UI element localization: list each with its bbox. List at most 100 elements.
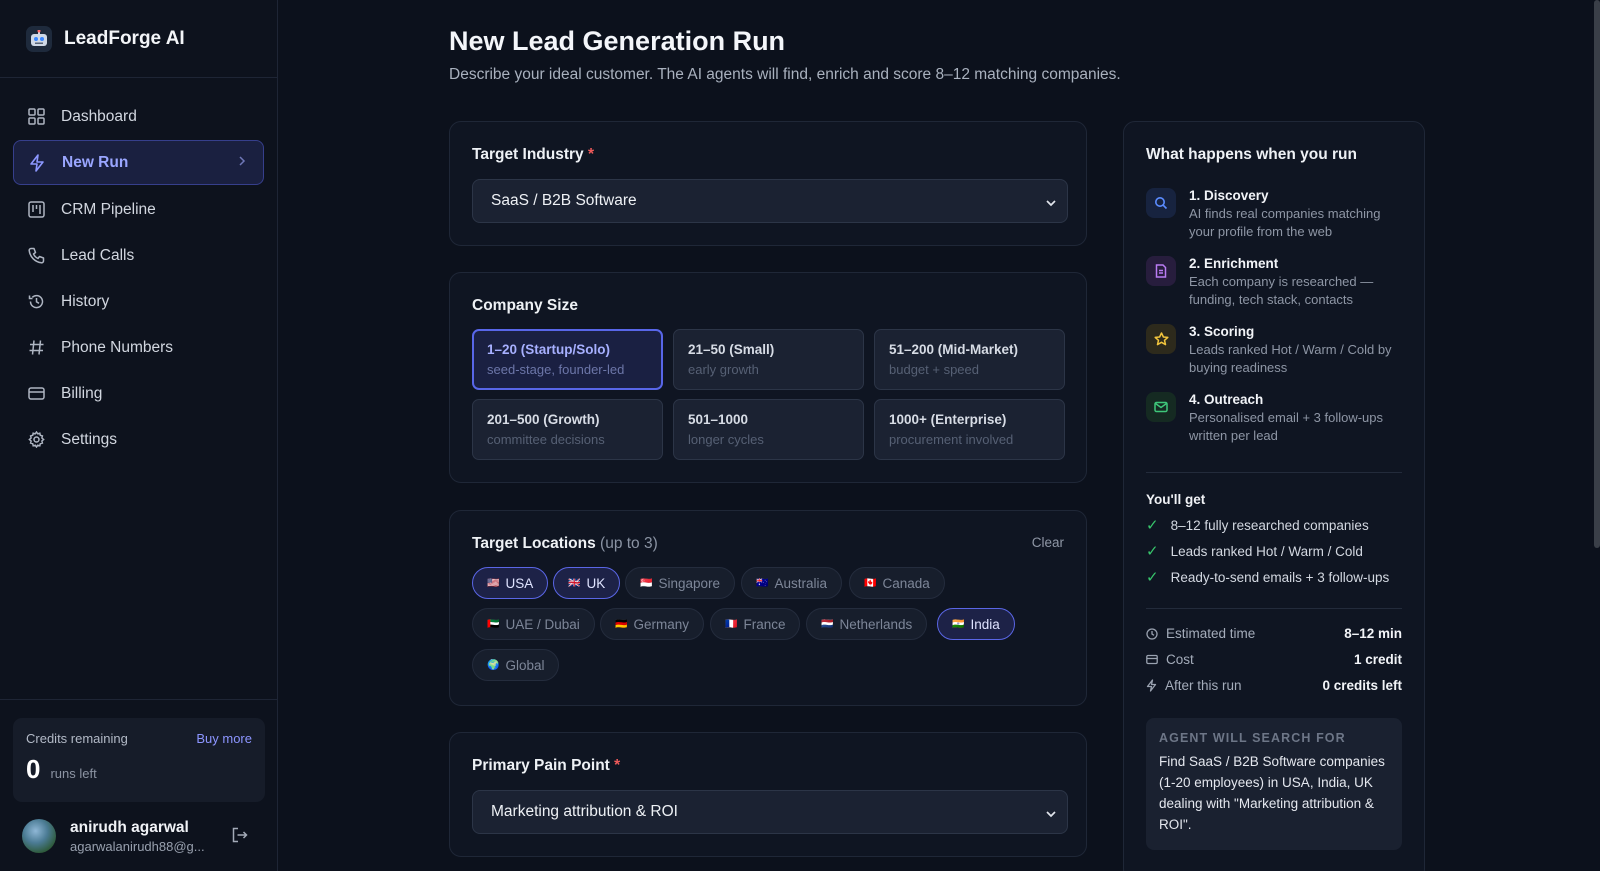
scrollbar-thumb[interactable]	[1594, 0, 1600, 548]
size-option-51-200[interactable]: 51–200 (Mid-Market) budget + speed	[874, 329, 1065, 390]
flag-icon: 🇫🇷	[725, 618, 738, 630]
nav-item-new-run[interactable]: New Run	[13, 140, 264, 185]
kanban-icon	[27, 201, 45, 219]
step-title: 4. Outreach	[1189, 392, 1264, 407]
document-icon	[1146, 256, 1176, 286]
pain-point-select[interactable]: Marketing attribution & ROI	[472, 790, 1068, 834]
globe-icon: 🌍	[487, 659, 500, 671]
nav-item-lead-calls[interactable]: Lead Calls	[13, 233, 264, 278]
nav-item-label: Settings	[61, 430, 118, 448]
industry-label: Target Industry *	[472, 146, 595, 163]
card-icon	[1146, 654, 1158, 665]
chevron-right-icon	[237, 154, 247, 172]
size-option-desc: early growth	[688, 362, 759, 377]
nav-item-label: New Run	[62, 153, 129, 171]
brand-name: LeadForge AI	[64, 27, 185, 49]
flag-icon: 🇩🇪	[615, 618, 628, 630]
nav-item-dashboard[interactable]: Dashboard	[13, 94, 264, 139]
pain-point-card: Primary Pain Point * Marketing attributi…	[449, 732, 1087, 857]
chip-label: Netherlands	[839, 616, 913, 632]
lightning-icon	[28, 153, 46, 172]
nav-item-billing[interactable]: Billing	[13, 371, 264, 416]
chip-label: France	[743, 616, 786, 632]
sidebar: LeadForge AI Dashboard New Run CRM Pipel…	[0, 0, 278, 871]
flag-icon: 🇸🇬	[640, 577, 653, 589]
benefit-item: ✓ Leads ranked Hot / Warm / Cold	[1146, 543, 1363, 560]
nav-item-label: Phone Numbers	[61, 338, 174, 356]
nav-item-label: History	[61, 292, 110, 310]
industry-select[interactable]: SaaS / B2B Software	[472, 179, 1068, 223]
gear-icon	[27, 431, 45, 449]
chip-uk[interactable]: 🇬🇧 UK	[553, 567, 621, 599]
panel-title: What happens when you run	[1146, 146, 1357, 163]
size-option-201-500[interactable]: 201–500 (Growth) committee decisions	[472, 399, 663, 460]
size-option-desc: budget + speed	[889, 362, 979, 377]
chip-france[interactable]: 🇫🇷 France	[710, 608, 801, 640]
size-option-1-20[interactable]: 1–20 (Startup/Solo) seed-stage, founder-…	[472, 329, 663, 390]
chip-label: Australia	[774, 575, 827, 591]
cost-row: Cost 1 credit	[1146, 652, 1402, 667]
user-email: agarwalanirudh88@g...	[70, 838, 205, 854]
hash-icon	[27, 339, 45, 357]
search-summary-text: Find SaaS / B2B Software companies (1-20…	[1159, 754, 1385, 832]
chip-usa[interactable]: 🇺🇸 USA	[472, 567, 549, 599]
nav-item-crm-pipeline[interactable]: CRM Pipeline	[13, 187, 264, 232]
size-option-501-1000[interactable]: 501–1000 longer cycles	[673, 399, 864, 460]
nav-item-history[interactable]: History	[13, 279, 264, 324]
chip-india[interactable]: 🇮🇳 India	[937, 608, 1015, 640]
nav-item-label: Lead Calls	[61, 246, 135, 264]
flag-icon: 🇦🇺	[756, 577, 769, 589]
benefit-item: ✓ 8–12 fully researched companies	[1146, 517, 1369, 534]
size-option-desc: longer cycles	[688, 432, 764, 447]
card-icon	[27, 385, 45, 403]
flag-icon: 🇦🇪	[487, 618, 500, 630]
user-profile[interactable]: anirudh agarwal agarwalanirudh88@g...	[22, 816, 262, 856]
main-nav: Dashboard New Run CRM Pipeline Lead Call…	[0, 78, 277, 462]
chip-global[interactable]: 🌍 Global	[472, 649, 560, 681]
you-get-title: You'll get	[1146, 492, 1206, 507]
step-scoring: 3. Scoring Leads ranked Hot / Warm / Col…	[1146, 324, 1408, 380]
chip-label: Canada	[882, 575, 930, 591]
size-option-21-50[interactable]: 21–50 (Small) early growth	[673, 329, 864, 390]
industry-value: SaaS / B2B Software	[491, 192, 637, 209]
chip-canada[interactable]: 🇨🇦 Canada	[849, 567, 945, 599]
size-option-desc: committee decisions	[487, 432, 605, 447]
chip-germany[interactable]: 🇩🇪 Germany	[600, 608, 704, 640]
clear-locations-button[interactable]: Clear	[1032, 535, 1064, 550]
user-name: anirudh agarwal	[70, 818, 189, 836]
nav-item-settings[interactable]: Settings	[13, 417, 264, 462]
robot-icon	[26, 25, 52, 52]
credits-label: Credits remaining	[26, 731, 128, 746]
size-option-title: 501–1000	[688, 412, 749, 427]
chip-uae-dubai[interactable]: 🇦🇪 UAE / Dubai	[472, 608, 595, 640]
chip-australia[interactable]: 🇦🇺 Australia	[741, 567, 842, 599]
nav-item-label: Billing	[61, 384, 103, 402]
logout-icon[interactable]	[231, 827, 248, 848]
history-icon	[27, 293, 45, 311]
company-size-card: Company Size 1–20 (Startup/Solo) seed-st…	[449, 272, 1087, 483]
scrollbar[interactable]	[1592, 0, 1600, 871]
size-option-title: 201–500 (Growth)	[487, 412, 600, 427]
chevron-down-icon	[1045, 195, 1057, 213]
check-icon: ✓	[1146, 517, 1159, 534]
brand[interactable]: LeadForge AI	[0, 0, 277, 78]
step-enrichment: 2. Enrichment Each company is researched…	[1146, 256, 1408, 312]
chip-singapore[interactable]: 🇸🇬 Singapore	[625, 567, 736, 599]
star-icon	[1146, 324, 1176, 354]
credits-unit: runs left	[50, 766, 97, 781]
size-option-desc: procurement involved	[889, 432, 1014, 447]
industry-card: Target Industry * SaaS / B2B Software	[449, 121, 1087, 246]
buy-more-link[interactable]: Buy more	[196, 731, 252, 746]
after-run-row: After this run 0 credits left	[1146, 678, 1402, 693]
company-size-label: Company Size	[472, 297, 578, 314]
flag-icon: 🇮🇳	[952, 618, 965, 630]
flag-icon: 🇳🇱	[821, 618, 834, 630]
chip-netherlands[interactable]: 🇳🇱 Netherlands	[806, 608, 928, 640]
nav-item-phone-numbers[interactable]: Phone Numbers	[13, 325, 264, 370]
size-option-title: 1–20 (Startup/Solo)	[487, 342, 611, 357]
size-option-1000-plus[interactable]: 1000+ (Enterprise) procurement involved	[874, 399, 1065, 460]
step-title: 2. Enrichment	[1189, 256, 1279, 271]
credits-count: 0	[26, 754, 41, 784]
grid-icon	[27, 108, 45, 126]
locations-card: Target Locations (up to 3) Clear 🇺🇸 USA 🇬…	[449, 510, 1087, 706]
